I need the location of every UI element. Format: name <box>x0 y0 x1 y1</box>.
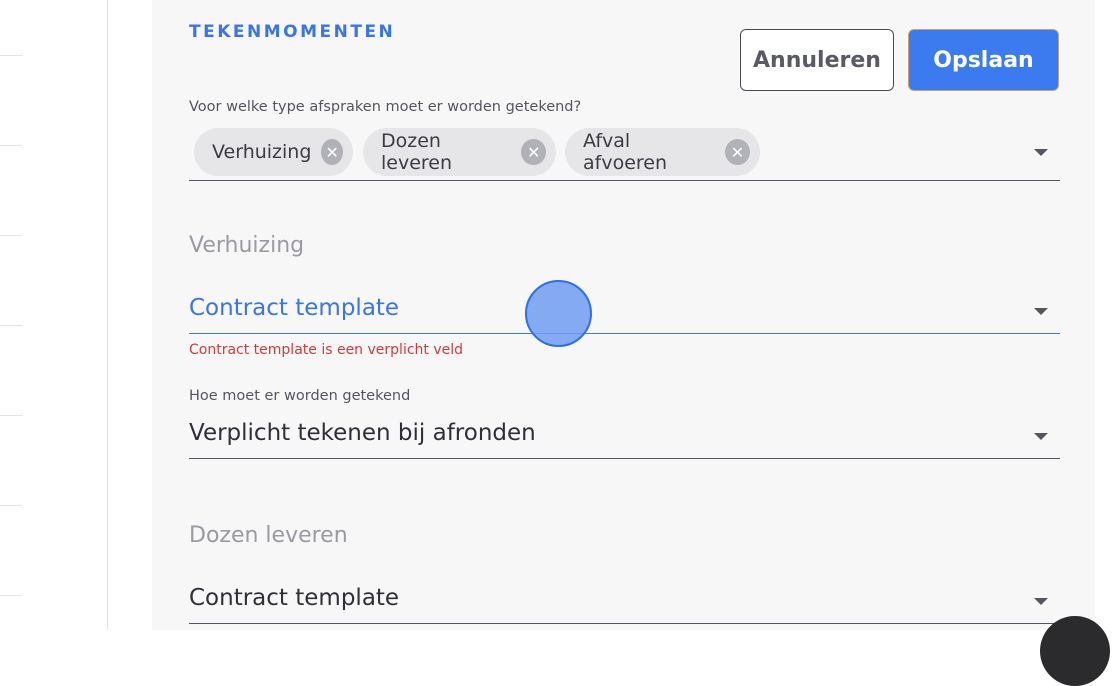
appointment-types-multiselect[interactable]: Verhuizing ✕ Dozen leveren ✕ Afval afvoe… <box>189 124 1060 181</box>
chip-verhuizing: Verhuizing ✕ <box>194 128 353 176</box>
sidebar <box>0 0 108 630</box>
chevron-down-icon[interactable] <box>1034 308 1048 315</box>
chip-label: Afval afvoeren <box>583 130 668 174</box>
sign-method-label: Hoe moet er worden getekend <box>189 388 411 404</box>
chat-launcher[interactable] <box>1040 616 1110 686</box>
section-title: TEKENMOMENTEN <box>189 22 396 42</box>
sidebar-divider <box>0 595 22 596</box>
contract-template-error: Contract template is een verplicht veld <box>189 342 464 358</box>
chip-afval-afvoeren: Afval afvoeren ✕ <box>565 128 760 176</box>
sidebar-divider <box>0 325 22 326</box>
chip-label: Verhuizing <box>212 141 312 163</box>
chevron-down-icon[interactable] <box>1034 433 1048 440</box>
sidebar-divider <box>0 505 22 506</box>
group-title-dozen-leveren: Dozen leveren <box>189 523 348 548</box>
click-indicator <box>525 280 592 347</box>
select-value: Contract template <box>189 585 400 611</box>
sign-method-select[interactable]: Verplicht tekenen bij afronden <box>189 412 1060 459</box>
save-button[interactable]: Opslaan <box>908 29 1059 91</box>
cancel-button[interactable]: Annuleren <box>740 29 894 91</box>
group-title-verhuizing: Verhuizing <box>189 233 305 258</box>
select-value: Contract template <box>189 295 400 321</box>
contract-template-select[interactable]: Contract template <box>189 287 1060 334</box>
appointment-types-label: Voor welke type afspraken moet er worden… <box>189 99 582 115</box>
close-circle-icon[interactable]: ✕ <box>725 139 750 165</box>
contract-template-select-2[interactable]: Contract template <box>189 577 1060 624</box>
close-circle-icon[interactable]: ✕ <box>321 139 343 165</box>
chip-label: Dozen leveren <box>381 130 453 174</box>
chevron-down-icon[interactable] <box>1034 598 1048 605</box>
sidebar-divider <box>0 235 22 236</box>
chevron-down-icon[interactable] <box>1034 149 1048 156</box>
select-value: Verplicht tekenen bij afronden <box>189 420 536 446</box>
sidebar-divider <box>0 415 22 416</box>
chip-dozen-leveren: Dozen leveren ✕ <box>363 128 556 176</box>
sidebar-divider <box>0 55 22 56</box>
sidebar-divider <box>0 145 22 146</box>
close-circle-icon[interactable]: ✕ <box>521 139 546 165</box>
